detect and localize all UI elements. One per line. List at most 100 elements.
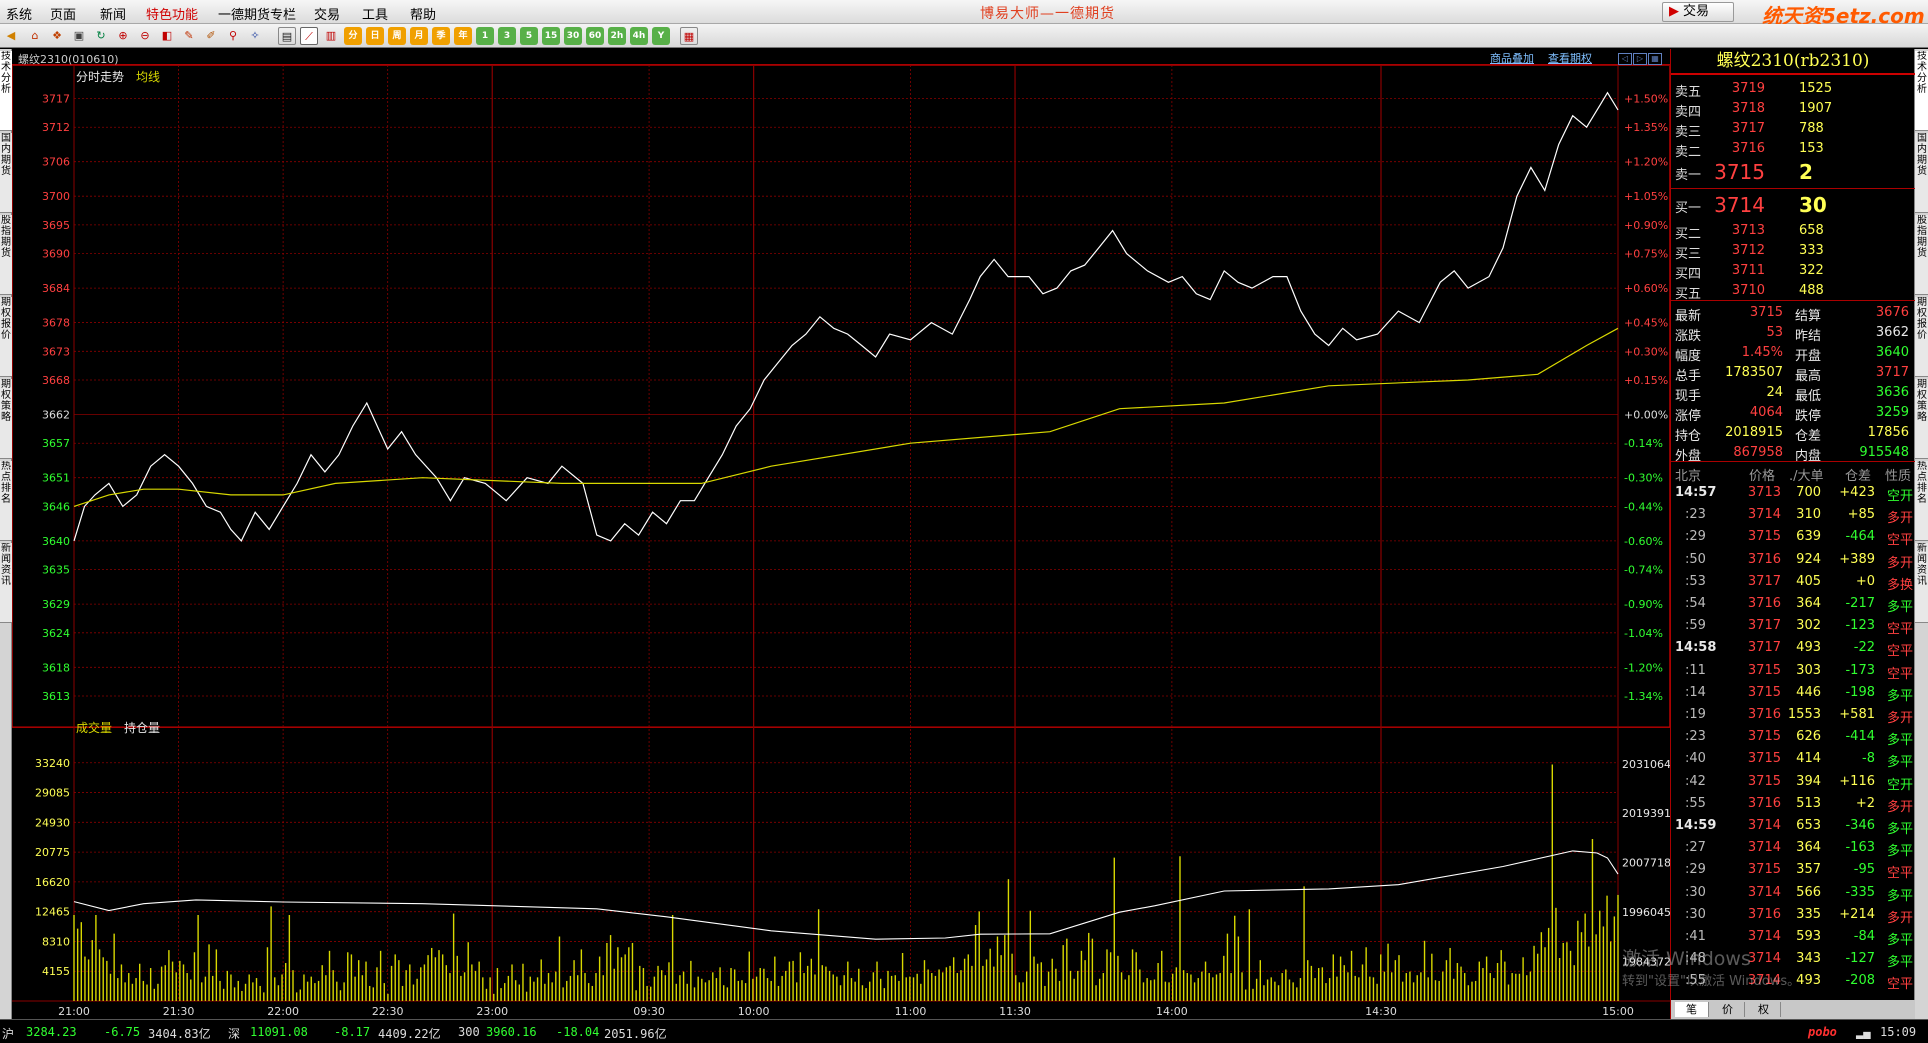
- tick-nature: 多平: [1886, 600, 1913, 615]
- intraday-chart[interactable]: 3717 3712 3706 3700 3695 3690 3684 3678 3673 3668…: [12, 65, 1670, 1019]
- tick-row[interactable]: 14:58 3717 493 -22 空平: [1671, 637, 1915, 659]
- eraser-icon[interactable]: ✐: [202, 27, 220, 45]
- left-tab-technical[interactable]: 技术分析: [0, 51, 12, 131]
- sz-index-change: -8.17: [334, 1025, 371, 1039]
- tick-row[interactable]: :23 3714 310 +85 多开: [1671, 504, 1915, 526]
- tick-nature: 多开: [1886, 711, 1913, 726]
- ask-price[interactable]: 3717: [1732, 121, 1765, 136]
- right-tab-option-quotes[interactable]: 期权报价: [1915, 297, 1928, 377]
- tick-row[interactable]: 14:57 3713 700 +423 空开: [1671, 482, 1915, 504]
- tick-row[interactable]: :23 3715 626 -414 多平: [1671, 726, 1915, 748]
- bookmark-icon[interactable]: ❖: [48, 27, 66, 45]
- kline-icon[interactable]: ▥: [322, 27, 340, 45]
- right-tab-index-futures[interactable]: 股指期货: [1915, 215, 1928, 295]
- commodity-overlay-link[interactable]: 商品叠加: [1490, 50, 1534, 66]
- bid-price[interactable]: 3714: [1714, 193, 1765, 217]
- ask-price[interactable]: 3718: [1732, 101, 1765, 116]
- filter-icon[interactable]: ⚲: [224, 27, 242, 45]
- left-tab-option-quotes[interactable]: 期权报价: [0, 297, 12, 377]
- next-icon[interactable]: ▷: [1633, 53, 1647, 65]
- left-tab-news[interactable]: 新闻资讯: [0, 543, 12, 623]
- tick-row[interactable]: :27 3714 364 -163 多平: [1671, 837, 1915, 859]
- view-options-link[interactable]: 查看期权: [1548, 50, 1592, 66]
- tick-row[interactable]: :53 3717 405 +0 多换: [1671, 571, 1915, 593]
- menu-help[interactable]: 帮助: [410, 4, 436, 23]
- tick-row[interactable]: :11 3715 303 -173 空平: [1671, 660, 1915, 682]
- right-tab-technical[interactable]: 技术分析: [1915, 51, 1928, 131]
- menu-yide-column[interactable]: 一德期货专栏: [218, 4, 296, 23]
- cycle-4h-button[interactable]: 4h: [630, 27, 648, 45]
- prev-icon[interactable]: ◁: [1618, 53, 1632, 65]
- cycle-week-button[interactable]: 周: [388, 27, 406, 45]
- trade-button[interactable]: ▶ 交易: [1662, 2, 1734, 22]
- cycle-5m-button[interactable]: 5: [520, 27, 538, 45]
- menu-news[interactable]: 新闻: [100, 4, 126, 23]
- tick-row[interactable]: :40 3715 414 -8 多平: [1671, 748, 1915, 770]
- cycle-year-button[interactable]: 年: [454, 27, 472, 45]
- menu-system[interactable]: 系统: [6, 4, 32, 23]
- volume-tick-label: 24930: [35, 816, 70, 829]
- menu-page[interactable]: 页面: [50, 4, 76, 23]
- cycle-day-button[interactable]: 日: [366, 27, 384, 45]
- tick-row[interactable]: :30 3716 335 +214 多开: [1671, 904, 1915, 926]
- bid-price[interactable]: 3710: [1732, 283, 1765, 298]
- home-icon[interactable]: ⌂: [26, 27, 44, 45]
- tick-row[interactable]: :54 3716 364 -217 多平: [1671, 593, 1915, 615]
- right-tab-domestic-futures[interactable]: 国内期货: [1915, 133, 1928, 213]
- cycle-month-button[interactable]: 月: [410, 27, 428, 45]
- left-tab-domestic-futures[interactable]: 国内期货: [0, 133, 12, 213]
- tick-row[interactable]: 14:59 3714 653 -346 多平: [1671, 815, 1915, 837]
- cycle-30m-button[interactable]: 30: [564, 27, 582, 45]
- bid-price[interactable]: 3711: [1732, 263, 1765, 278]
- zoom-out-icon[interactable]: ⊖: [136, 27, 154, 45]
- draw-line-icon[interactable]: ✎: [180, 27, 198, 45]
- cycle-15m-button[interactable]: 15: [542, 27, 560, 45]
- left-tab-index-futures[interactable]: 股指期货: [0, 215, 12, 295]
- tick-row[interactable]: :42 3715 394 +116 空开: [1671, 771, 1915, 793]
- ask-price[interactable]: 3719: [1732, 81, 1765, 96]
- back-icon[interactable]: ◀: [2, 27, 20, 45]
- right-tab-option-strategy[interactable]: 期权策略: [1915, 379, 1928, 459]
- cycle-2h-button[interactable]: 2h: [608, 27, 626, 45]
- cycle-year2-button[interactable]: Y: [652, 27, 670, 45]
- tick-row[interactable]: :14 3715 446 -198 多平: [1671, 682, 1915, 704]
- tick-row[interactable]: :29 3715 639 -464 空平: [1671, 526, 1915, 548]
- tick-row[interactable]: :29 3715 357 -95 空平: [1671, 859, 1915, 881]
- ask-price[interactable]: 3715: [1714, 160, 1765, 184]
- menu-bar: 系统 页面 新闻 特色功能 一德期货专栏 交易 工具 帮助 博易大师—一德期货 …: [0, 0, 1928, 28]
- window-icon[interactable]: ◧: [158, 27, 176, 45]
- tick-volume: 924: [1796, 551, 1821, 567]
- tick-nature: 多平: [1886, 844, 1913, 860]
- bid-price[interactable]: 3713: [1732, 223, 1765, 238]
- left-tab-option-strategy[interactable]: 期权策略: [0, 379, 12, 459]
- lock-icon[interactable]: ▣: [70, 27, 88, 45]
- menu-special-features[interactable]: 特色功能: [146, 4, 198, 23]
- menu-tools[interactable]: 工具: [362, 4, 388, 23]
- tab-price-volume[interactable]: 价: [1711, 1002, 1745, 1017]
- right-tab-hot-ranking[interactable]: 热点排名: [1915, 461, 1928, 541]
- tick-row[interactable]: :30 3714 566 -335 多平: [1671, 882, 1915, 904]
- bid-price[interactable]: 3712: [1732, 243, 1765, 258]
- cycle-60m-button[interactable]: 60: [586, 27, 604, 45]
- tick-row[interactable]: :19 3716 1553 +581 多开: [1671, 704, 1915, 726]
- table-icon[interactable]: ▤: [278, 27, 296, 45]
- tick-row[interactable]: :50 3716 924 +389 多开: [1671, 549, 1915, 571]
- tab-rights[interactable]: 权: [1747, 1002, 1781, 1017]
- tick-row[interactable]: :59 3717 302 -123 空平: [1671, 615, 1915, 637]
- formula-icon[interactable]: ✧: [246, 27, 264, 45]
- tick-row[interactable]: :55 3716 513 +2 多开: [1671, 793, 1915, 815]
- cycle-quarter-button[interactable]: 季: [432, 27, 450, 45]
- menu-trade[interactable]: 交易: [314, 4, 340, 23]
- ask-price[interactable]: 3716: [1732, 141, 1765, 156]
- intraday-chart-icon[interactable]: ⟋: [300, 27, 318, 45]
- zoom-in-icon[interactable]: ⊕: [114, 27, 132, 45]
- right-tab-news[interactable]: 新闻资讯: [1915, 543, 1928, 623]
- cycle-minute-button[interactable]: 分: [344, 27, 362, 45]
- left-tab-hot-ranking[interactable]: 热点排名: [0, 461, 12, 541]
- calculator-icon[interactable]: ▦: [680, 27, 698, 45]
- cycle-3m-button[interactable]: 3: [498, 27, 516, 45]
- tab-ticks[interactable]: 笔: [1675, 1002, 1709, 1017]
- refresh-icon[interactable]: ↻: [92, 27, 110, 45]
- cycle-1m-button[interactable]: 1: [476, 27, 494, 45]
- grid-icon[interactable]: ▦: [1648, 53, 1662, 65]
